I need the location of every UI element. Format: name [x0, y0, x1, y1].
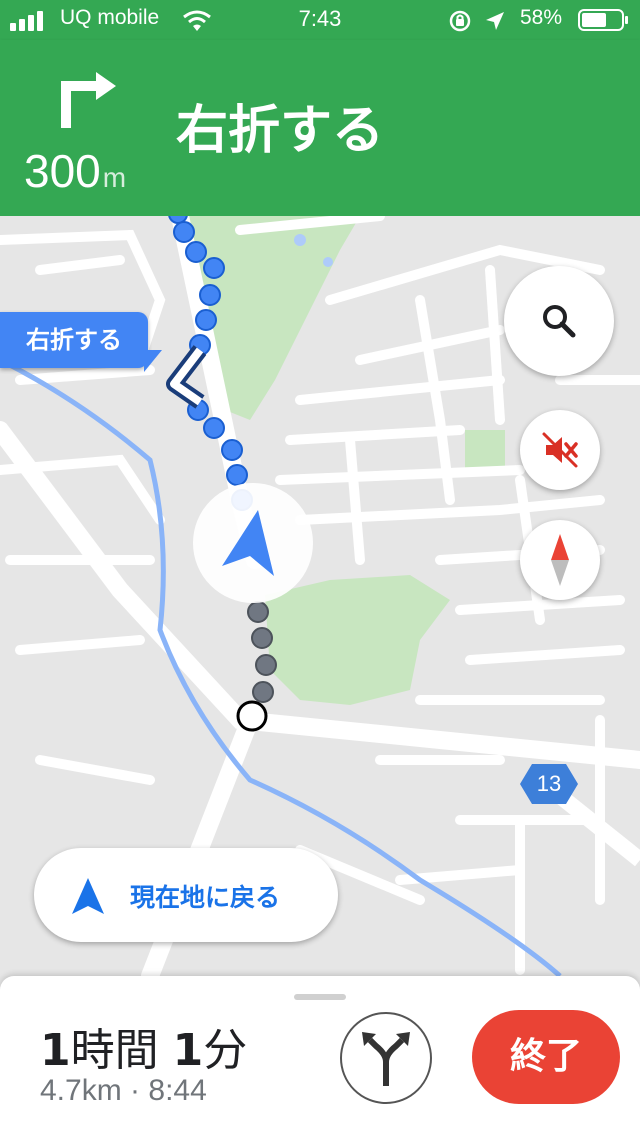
maneuver-distance: 300m	[24, 144, 126, 198]
recenter-button[interactable]: 現在地に戻る	[34, 848, 338, 942]
compass-button[interactable]	[520, 520, 600, 600]
duration-hours-unit: 時間	[70, 1025, 159, 1076]
mute-button[interactable]	[520, 410, 600, 490]
turn-right-arrow-icon	[61, 72, 116, 128]
status-bar: UQ mobile 7:43 58%	[0, 0, 640, 40]
search-button[interactable]	[504, 266, 614, 376]
route-shield-label: 13	[536, 771, 562, 796]
end-navigation-button[interactable]: 終了	[472, 1010, 620, 1104]
alternate-routes-icon	[362, 1032, 410, 1086]
navigation-banner[interactable]: 300m 右折する	[0, 40, 640, 216]
pond	[294, 234, 306, 246]
duration-minutes-unit: 分	[203, 1025, 248, 1076]
route-shield-13: 13	[518, 762, 580, 806]
duration-hours: 1	[40, 1025, 71, 1076]
distance-unit: m	[102, 162, 127, 193]
recenter-label: 現在地に戻る	[130, 883, 281, 912]
navigation-arrow-icon	[72, 878, 104, 914]
location-arrow-icon	[486, 12, 504, 30]
arrival-time: 8:44	[148, 1074, 207, 1107]
trip-details: 4.7km · 8:44	[40, 1074, 207, 1108]
maneuver-instruction: 右折する	[176, 101, 385, 161]
distance-value: 300	[24, 145, 101, 197]
sound-muted-icon	[542, 432, 578, 468]
search-icon	[543, 305, 576, 338]
turn-callout: 右折する	[0, 312, 162, 372]
route-origin-marker	[236, 700, 268, 732]
compass-icon	[551, 534, 569, 586]
trip-duration: 1時間 1分	[40, 1014, 247, 1078]
battery-percent: 58%	[520, 6, 563, 29]
duration-minutes: 1	[172, 1025, 204, 1076]
trip-separator: ·	[130, 1074, 141, 1107]
battery-icon	[578, 9, 628, 31]
alternate-routes-button[interactable]	[340, 1012, 432, 1104]
pond	[323, 257, 333, 267]
sheet-drag-handle[interactable]	[294, 994, 346, 1000]
orientation-lock-icon	[449, 10, 471, 32]
trip-distance: 4.7km	[40, 1074, 122, 1107]
